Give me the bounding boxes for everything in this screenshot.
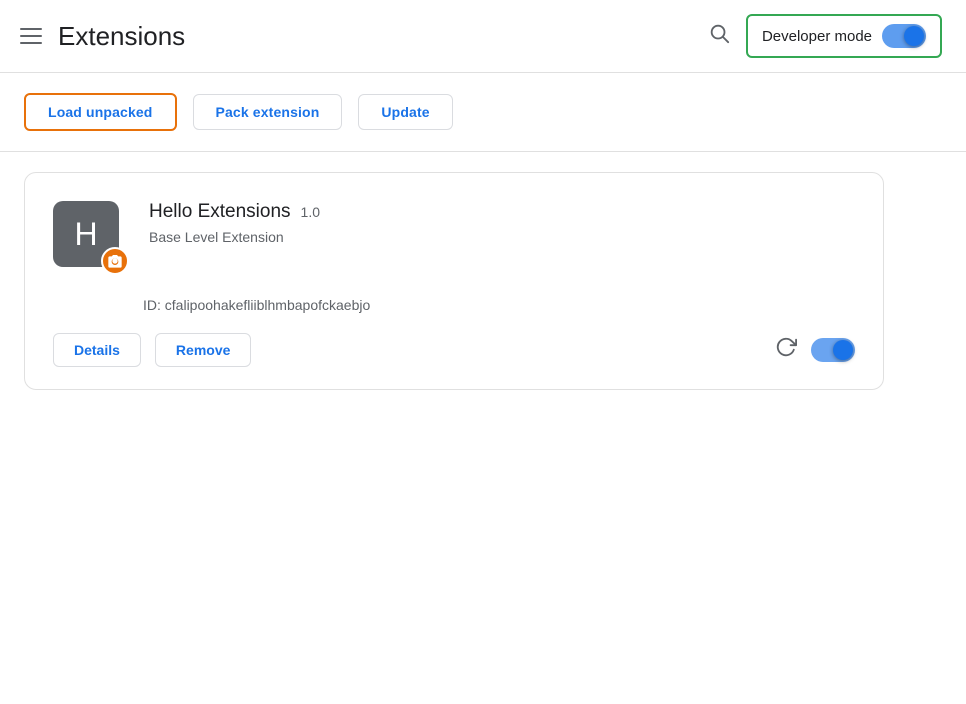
card-footer: Details Remove xyxy=(53,333,855,367)
extension-id-prefix: ID: xyxy=(143,297,161,313)
toolbar: Load unpacked Pack extension Update xyxy=(0,73,966,151)
search-icon[interactable] xyxy=(708,22,730,50)
extension-badge xyxy=(101,247,129,275)
extension-id: ID: cfalipoohakefliiblhmbapofckaebjo xyxy=(53,297,855,313)
extension-list: H Hello Extensions 1.0 Base Level Extens… xyxy=(0,172,966,390)
header: Extensions Developer mode xyxy=(0,0,966,73)
load-unpacked-button[interactable]: Load unpacked xyxy=(24,93,177,131)
extension-toggle[interactable] xyxy=(811,338,855,362)
update-button[interactable]: Update xyxy=(358,94,452,130)
card-footer-left: Details Remove xyxy=(53,333,251,367)
reload-icon[interactable] xyxy=(775,336,797,364)
extension-version: 1.0 xyxy=(301,204,320,220)
extension-name: Hello Extensions xyxy=(149,201,291,223)
extension-info: Hello Extensions 1.0 Base Level Extensio… xyxy=(149,201,855,245)
card-top: H Hello Extensions 1.0 Base Level Extens… xyxy=(53,201,855,273)
remove-button[interactable]: Remove xyxy=(155,333,251,367)
extension-card: H Hello Extensions 1.0 Base Level Extens… xyxy=(24,172,884,390)
extension-id-value: cfalipoohakefliiblhmbapofckaebjo xyxy=(165,297,370,313)
header-right: Developer mode xyxy=(708,14,942,58)
developer-mode-box: Developer mode xyxy=(746,14,942,58)
details-button[interactable]: Details xyxy=(53,333,141,367)
menu-icon[interactable] xyxy=(20,28,42,44)
extension-name-row: Hello Extensions 1.0 xyxy=(149,201,855,223)
header-left: Extensions xyxy=(20,21,185,52)
extension-icon-letter: H xyxy=(74,216,97,253)
page-title: Extensions xyxy=(58,21,185,52)
extension-icon-wrapper: H xyxy=(53,201,125,273)
developer-mode-label: Developer mode xyxy=(762,28,872,45)
pack-extension-button[interactable]: Pack extension xyxy=(193,94,343,130)
developer-mode-toggle[interactable] xyxy=(882,24,926,48)
divider xyxy=(0,151,966,152)
extension-description: Base Level Extension xyxy=(149,229,855,245)
card-footer-right xyxy=(775,336,855,364)
